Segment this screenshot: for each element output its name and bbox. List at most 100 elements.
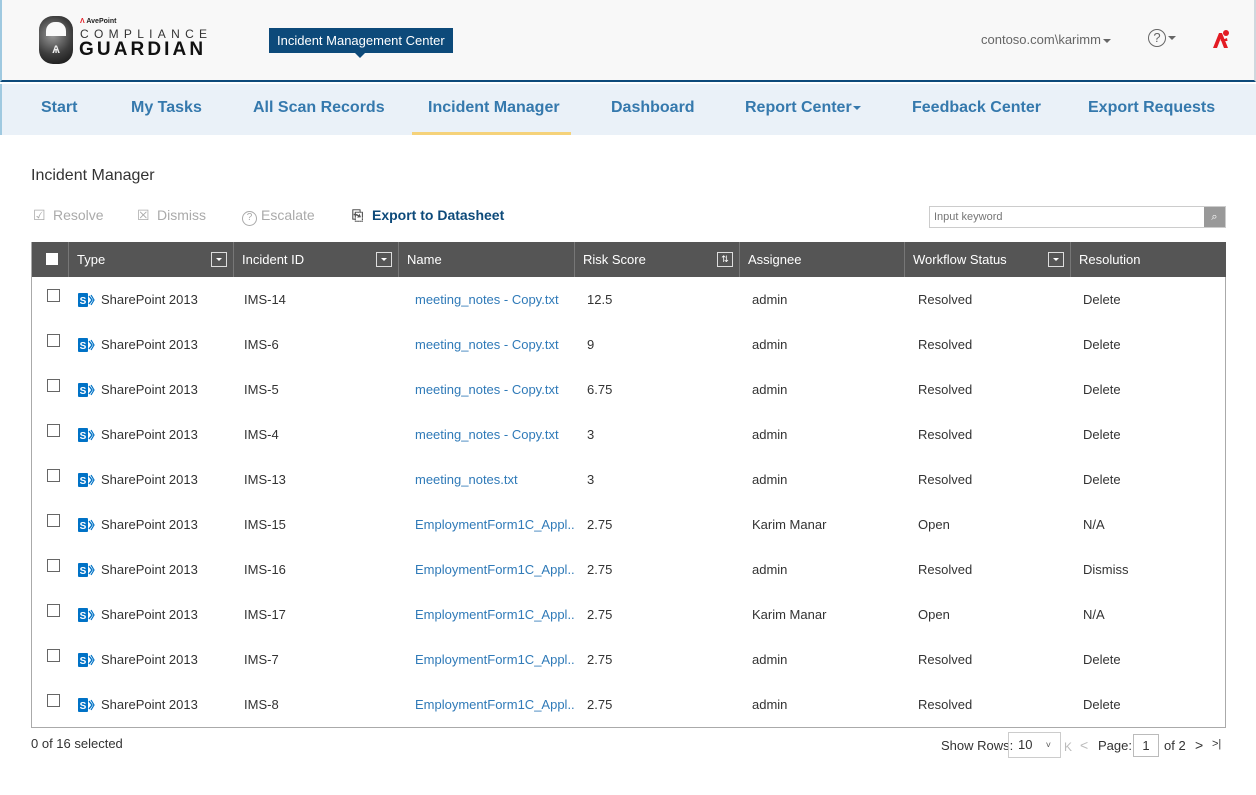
incident-management-center-badge[interactable]: Incident Management Center bbox=[269, 28, 453, 58]
column-header-resolution[interactable]: Resolution bbox=[1071, 242, 1226, 277]
cell-workflow-status: Resolved bbox=[918, 292, 973, 307]
page-label: Page: bbox=[1098, 738, 1132, 753]
cell-assignee: admin bbox=[752, 427, 788, 442]
column-header-incident-id[interactable]: Incident ID bbox=[234, 242, 399, 277]
page-title: Incident Manager bbox=[31, 167, 155, 184]
table-row[interactable]: S SharePoint 2013 IMS-13 meeting_notes.t… bbox=[32, 457, 1226, 502]
cell-resolution: Delete bbox=[1083, 337, 1121, 352]
row-checkbox[interactable] bbox=[47, 514, 60, 527]
filter-dropdown-icon[interactable] bbox=[1048, 252, 1064, 267]
first-page-icon: K bbox=[1064, 740, 1073, 754]
svg-text:S: S bbox=[80, 341, 87, 352]
row-checkbox[interactable] bbox=[47, 379, 60, 392]
sharepoint-icon: S bbox=[78, 607, 95, 622]
table-row[interactable]: S SharePoint 2013 IMS-6 meeting_notes - … bbox=[32, 322, 1226, 367]
chevron-right-icon: > bbox=[1195, 737, 1204, 753]
cell-risk-score: 2.75 bbox=[587, 652, 613, 667]
nav-dashboard[interactable]: Dashboard bbox=[611, 84, 695, 135]
column-header-type[interactable]: Type bbox=[69, 242, 234, 277]
avepoint-brand-icon[interactable] bbox=[1211, 29, 1231, 49]
incident-name-link[interactable]: meeting_notes.txt bbox=[415, 472, 518, 487]
table-row[interactable]: S SharePoint 2013 IMS-7 EmploymentForm1C… bbox=[32, 637, 1226, 682]
dismiss-button[interactable]: ☒ Dismiss bbox=[137, 207, 206, 224]
nav-report-center[interactable]: Report Center bbox=[745, 84, 861, 135]
table-row[interactable]: S SharePoint 2013 IMS-17 EmploymentForm1… bbox=[32, 592, 1226, 637]
chevron-left-icon: < bbox=[1080, 737, 1089, 753]
sort-icon[interactable]: ⇅ bbox=[717, 252, 733, 267]
selection-count: 0 of 16 selected bbox=[31, 736, 123, 751]
incident-name-link[interactable]: EmploymentForm1C_Appl... bbox=[415, 652, 575, 667]
user-menu[interactable]: contoso.com\karimm bbox=[981, 32, 1111, 47]
column-header-name[interactable]: Name bbox=[399, 242, 575, 277]
incident-name-link[interactable]: meeting_notes - Copy.txt bbox=[415, 427, 559, 442]
incident-name-link[interactable]: EmploymentForm1C_Appl... bbox=[415, 562, 575, 577]
rows-per-page-select[interactable]: 10 ˅ bbox=[1008, 732, 1061, 758]
page-number-input[interactable]: 1 bbox=[1133, 734, 1159, 757]
row-checkbox[interactable] bbox=[47, 559, 60, 572]
next-page-button[interactable]: > bbox=[1195, 737, 1203, 753]
table-row[interactable]: S SharePoint 2013 IMS-5 meeting_notes - … bbox=[32, 367, 1226, 412]
cell-risk-score: 3 bbox=[587, 427, 595, 442]
cell-risk-score: 12.5 bbox=[587, 292, 613, 307]
row-checkbox[interactable] bbox=[47, 604, 60, 617]
cell-assignee: admin bbox=[752, 562, 788, 577]
sharepoint-icon: S bbox=[78, 697, 95, 712]
cell-type: S SharePoint 2013 bbox=[78, 652, 198, 667]
row-checkbox[interactable] bbox=[47, 694, 60, 707]
search-button[interactable]: ⌕ bbox=[1204, 207, 1225, 227]
row-checkbox[interactable] bbox=[47, 334, 60, 347]
incident-name-link[interactable]: EmploymentForm1C_Appl... bbox=[415, 697, 575, 712]
help-menu[interactable]: ? bbox=[1148, 29, 1176, 47]
cell-name: meeting_notes - Copy.txt bbox=[415, 322, 575, 367]
nav-incident-manager[interactable]: Incident Manager bbox=[412, 84, 571, 135]
cell-assignee: admin bbox=[752, 382, 788, 397]
cell-assignee: admin bbox=[752, 472, 788, 487]
column-header-risk-score[interactable]: Risk Score ⇅ bbox=[575, 242, 740, 277]
table-row[interactable]: S SharePoint 2013 IMS-4 meeting_notes - … bbox=[32, 412, 1226, 457]
resolve-button[interactable]: ☑ Resolve bbox=[33, 207, 104, 224]
column-header-assignee[interactable]: Assignee bbox=[740, 242, 905, 277]
cell-type: S SharePoint 2013 bbox=[78, 607, 198, 622]
filter-dropdown-icon[interactable] bbox=[376, 252, 392, 267]
incident-name-link[interactable]: EmploymentForm1C_Appl... bbox=[415, 517, 575, 532]
table-row[interactable]: S SharePoint 2013 IMS-8 EmploymentForm1C… bbox=[32, 682, 1226, 727]
table-row[interactable]: S SharePoint 2013 IMS-16 EmploymentForm1… bbox=[32, 547, 1226, 592]
incident-name-link[interactable]: EmploymentForm1C_Appl... bbox=[415, 607, 575, 622]
table-row[interactable]: S SharePoint 2013 IMS-14 meeting_notes -… bbox=[32, 277, 1226, 322]
chevron-down-icon: ˅ bbox=[1045, 740, 1051, 750]
escalate-button[interactable]: ? Escalate bbox=[242, 207, 315, 226]
nav-start[interactable]: Start bbox=[41, 84, 77, 135]
first-page-button[interactable]: K bbox=[1064, 738, 1072, 754]
filter-dropdown-icon[interactable] bbox=[211, 252, 227, 267]
table-row[interactable]: S SharePoint 2013 IMS-15 EmploymentForm1… bbox=[32, 502, 1226, 547]
search-box: ⌕ bbox=[929, 206, 1226, 228]
row-checkbox[interactable] bbox=[47, 289, 60, 302]
cell-type: S SharePoint 2013 bbox=[78, 337, 198, 352]
previous-page-button[interactable]: < bbox=[1080, 737, 1088, 753]
incident-name-link[interactable]: meeting_notes - Copy.txt bbox=[415, 292, 559, 307]
incident-name-link[interactable]: meeting_notes - Copy.txt bbox=[415, 382, 559, 397]
keyword-search-input[interactable] bbox=[930, 207, 1205, 227]
app-header: Ѧ Ʌ AvePoint COMPLIANCE GUARDIAN Inciden… bbox=[0, 0, 1256, 82]
cell-workflow-status: Resolved bbox=[918, 472, 973, 487]
row-checkbox[interactable] bbox=[47, 649, 60, 662]
nav-all-scan-records[interactable]: All Scan Records bbox=[253, 84, 385, 135]
cell-workflow-status: Resolved bbox=[918, 337, 973, 352]
svg-text:S: S bbox=[80, 386, 87, 397]
cell-name: EmploymentForm1C_Appl... bbox=[415, 682, 575, 727]
last-page-button[interactable]: >| bbox=[1212, 738, 1221, 750]
nav-export-requests[interactable]: Export Requests bbox=[1088, 84, 1215, 135]
escalate-question-icon: ? bbox=[242, 211, 257, 226]
cell-name: EmploymentForm1C_Appl... bbox=[415, 637, 575, 682]
logo-line2: GUARDIAN bbox=[79, 39, 207, 60]
svg-text:S: S bbox=[80, 296, 87, 307]
nav-my-tasks[interactable]: My Tasks bbox=[131, 84, 202, 135]
cell-name: EmploymentForm1C_Appl... bbox=[415, 547, 575, 592]
nav-feedback-center[interactable]: Feedback Center bbox=[912, 84, 1041, 135]
incident-name-link[interactable]: meeting_notes - Copy.txt bbox=[415, 337, 559, 352]
row-checkbox[interactable] bbox=[47, 469, 60, 482]
cell-assignee: admin bbox=[752, 292, 788, 307]
row-checkbox[interactable] bbox=[47, 424, 60, 437]
column-header-workflow-status[interactable]: Workflow Status bbox=[905, 242, 1071, 277]
export-to-datasheet-button[interactable]: ⎘ Export to Datasheet bbox=[352, 207, 504, 224]
